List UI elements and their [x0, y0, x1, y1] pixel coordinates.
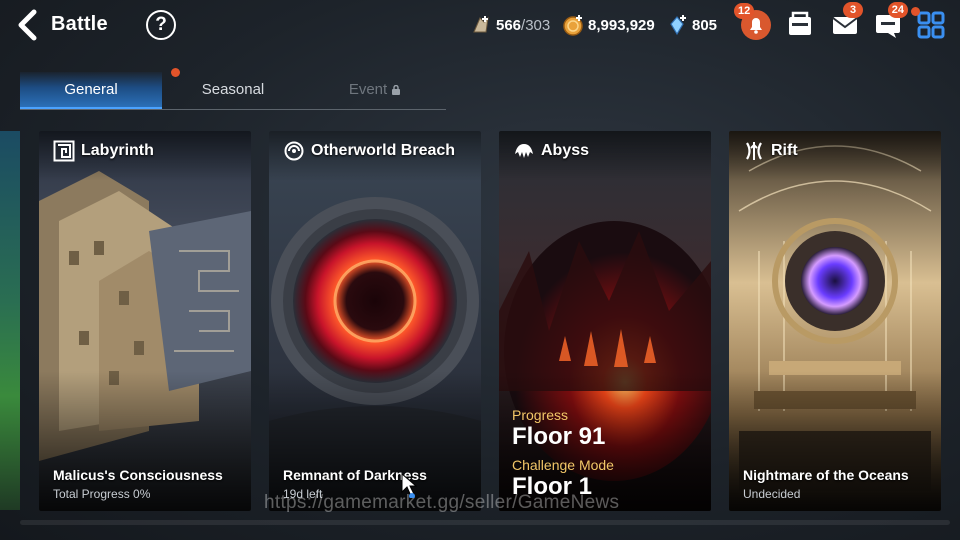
gold-counter[interactable]: 8,993,929 [562, 12, 655, 38]
card-subtitle: Remnant of Darkness [283, 467, 427, 483]
portal-icon [284, 141, 304, 161]
menu-dot [911, 7, 920, 16]
grid-menu-icon [917, 11, 945, 39]
stamina-icon [473, 16, 489, 33]
challenge-mode-label: Challenge Mode [512, 457, 614, 473]
previous-card-peek[interactable] [0, 131, 20, 510]
tab-event-label: Event [348, 81, 388, 98]
help-button[interactable]: ? [146, 10, 176, 40]
stamina-value: 566 [496, 16, 522, 34]
rift-icon [746, 142, 762, 160]
chat-badge: 24 [887, 2, 908, 18]
crystal-value: 805 [692, 16, 718, 34]
card-subtitle: Nightmare of the Oceans [743, 467, 909, 483]
card-header: Otherworld Breach [283, 140, 455, 162]
card-footer: Malicus's Consciousness Total Progress 0… [53, 467, 241, 502]
card-header: Abyss [513, 140, 589, 162]
card-status: Undecided [743, 487, 801, 501]
horizontal-scrollbar[interactable] [20, 520, 950, 525]
card-footer: Nightmare of the Oceans Undecided [743, 467, 931, 502]
tab-general[interactable]: General [20, 72, 162, 109]
abyss-icon [515, 144, 533, 158]
progress-label: Progress [512, 407, 569, 423]
card-labyrinth[interactable]: Labyrinth Malicus's Consciousness Total … [39, 131, 251, 511]
labyrinth-icon [53, 140, 75, 162]
page-title: Battle [51, 13, 108, 35]
card-abyss[interactable]: Abyss Progress Floor 91 Challenge Mode F… [499, 131, 711, 511]
grid-menu-button[interactable] [911, 7, 947, 41]
notifications-badge: 12 [734, 3, 755, 19]
card-title: Labyrinth [81, 142, 154, 159]
gold-coin-icon [563, 15, 583, 36]
lock-icon [392, 85, 401, 95]
seasonal-dot [171, 68, 180, 77]
battle-tabs: General Seasonal Event [20, 72, 446, 110]
card-title: Rift [771, 142, 798, 159]
mouse-cursor-icon [401, 472, 418, 498]
chat-button[interactable]: 24 [872, 2, 908, 41]
progress-floor: Floor 91 [512, 423, 606, 450]
tab-event[interactable]: Event [304, 72, 446, 109]
shop-icon [789, 11, 811, 35]
shop-button[interactable] [784, 9, 816, 41]
tab-seasonal[interactable]: Seasonal [162, 72, 304, 109]
top-bar: Battle ? 566 /303 8,993,929 805 12 3 24 [0, 0, 960, 50]
card-title: Otherworld Breach [311, 142, 456, 159]
card-header: Labyrinth [53, 140, 154, 162]
tabs-divider [20, 109, 446, 110]
stamina-counter[interactable]: 566 /303 [470, 12, 550, 38]
abyss-progress: Progress Floor 91 Challenge Mode Floor 1 [512, 407, 614, 501]
card-rift[interactable]: Rift Nightmare of the Oceans Undecided [729, 131, 941, 511]
chevron-left-icon [18, 9, 37, 41]
crystal-icon [670, 15, 686, 36]
watermark: https://gamemarket.gg/seller/GameNews [264, 492, 620, 513]
card-subtitle: Malicus's Consciousness [53, 467, 223, 483]
crystal-counter[interactable]: 805 [666, 12, 717, 38]
mail-button[interactable]: 3 [829, 2, 863, 41]
notifications-button[interactable]: 12 [734, 3, 772, 41]
back-button[interactable] [14, 9, 44, 41]
gold-value: 8,993,929 [588, 16, 655, 34]
mail-badge: 3 [843, 2, 863, 18]
card-title: Abyss [541, 142, 590, 159]
card-otherworld-breach[interactable]: Otherworld Breach Remnant of Darkness 19… [269, 131, 481, 511]
stamina-max: /303 [521, 16, 551, 34]
card-status: Total Progress 0% [53, 487, 151, 501]
card-header: Rift [743, 140, 798, 162]
